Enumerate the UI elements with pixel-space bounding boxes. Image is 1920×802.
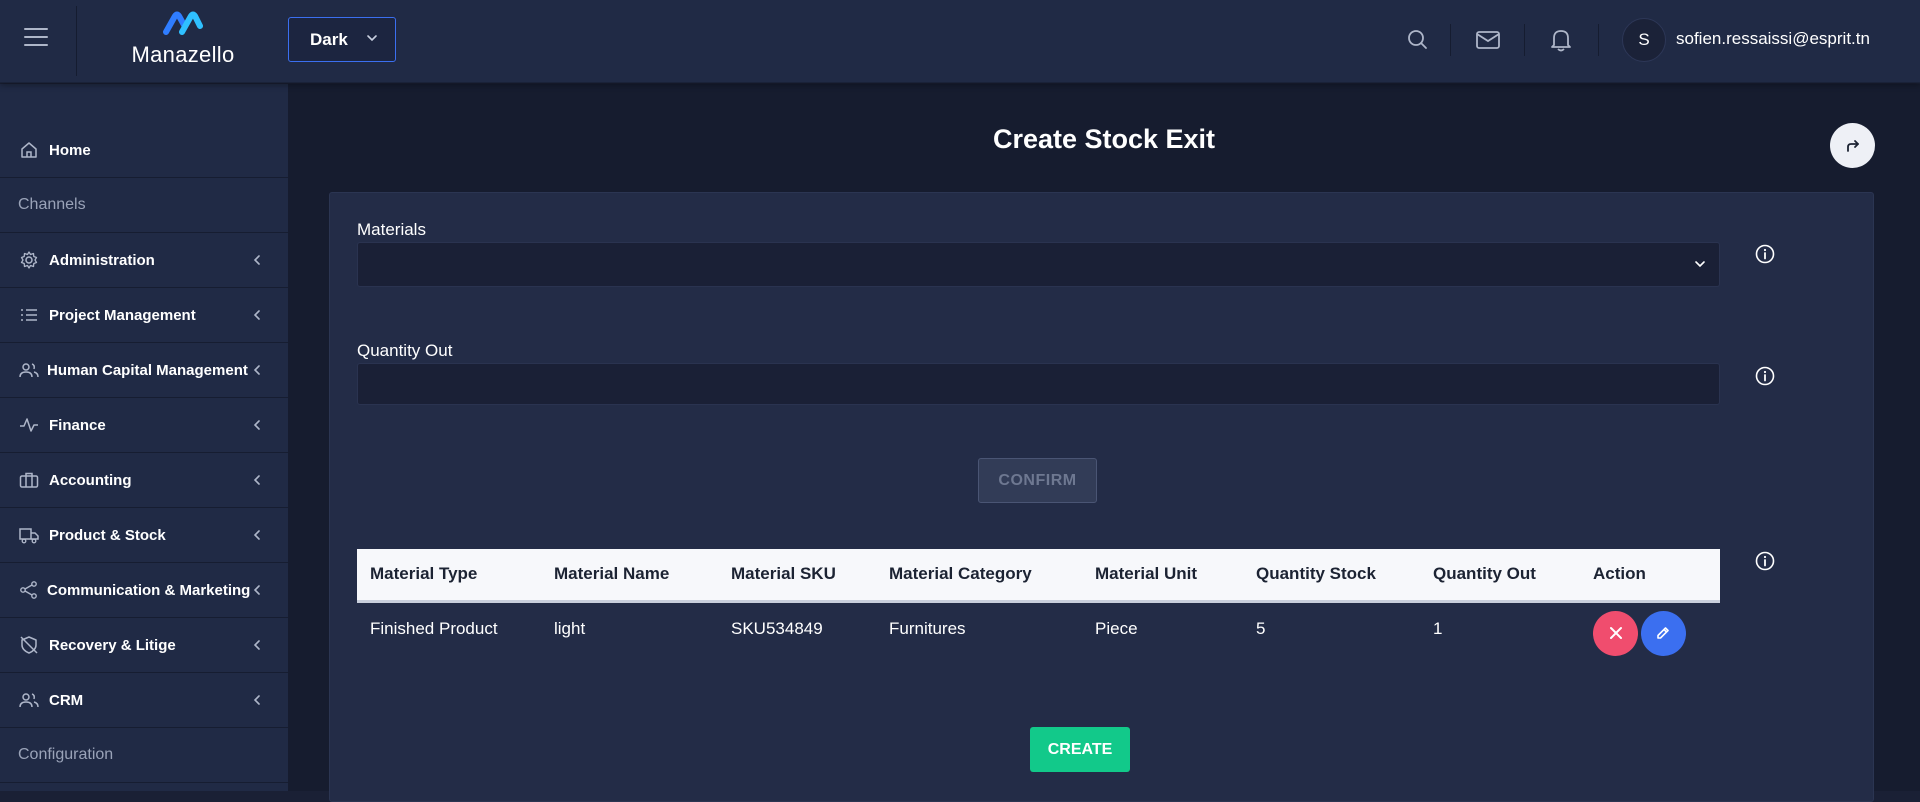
- chevron-left-icon: [253, 310, 260, 320]
- column-header: Quantity Stock: [1243, 549, 1420, 603]
- divider: [76, 6, 77, 76]
- sidebar-item-home[interactable]: Home: [0, 123, 288, 178]
- edit-button[interactable]: [1640, 610, 1686, 656]
- table-cell: Piece: [1095, 619, 1138, 638]
- logo-text: Manazello: [131, 42, 235, 67]
- sidebar-item-label: Project Management: [49, 306, 196, 324]
- sidebar-item-label: Recovery & Litige: [49, 636, 176, 654]
- chevron-left-icon: [253, 255, 260, 265]
- table-row: Finished Product light SKU534849 Furnitu…: [357, 601, 1720, 656]
- redirect-button[interactable]: [1830, 123, 1875, 168]
- sidebar: Home Channels Administration Project Man…: [0, 84, 288, 791]
- gear-icon: [20, 251, 38, 269]
- table-cell: light: [554, 619, 586, 638]
- sidebar-item-label: Finance: [49, 416, 106, 434]
- hamburger-menu-icon[interactable]: [24, 28, 52, 50]
- column-header: Material Category: [876, 549, 1082, 603]
- chevron-left-icon: [253, 365, 260, 375]
- sidebar-item-administration[interactable]: Administration: [0, 233, 288, 288]
- user-email[interactable]: sofien.ressaissi@esprit.tn: [1676, 29, 1870, 49]
- table-cell: 1: [1433, 619, 1443, 638]
- chevron-left-icon: [253, 530, 260, 540]
- delete-button[interactable]: [1593, 610, 1638, 656]
- sidebar-item-crm[interactable]: CRM: [0, 673, 288, 728]
- sidebar-item-label: Accounting: [49, 471, 132, 489]
- bell-icon[interactable]: [1547, 26, 1575, 54]
- table-header-row: Material Type Material Name Material SKU…: [357, 549, 1720, 603]
- confirm-button[interactable]: CONFIRM: [978, 458, 1097, 503]
- stock-exit-form: Materials Quantity Out CONFIRM Material …: [329, 192, 1874, 802]
- sidebar-item-accounting[interactable]: Accounting: [0, 453, 288, 508]
- quantity-out-input[interactable]: [357, 363, 1720, 405]
- avatar[interactable]: S: [1622, 18, 1666, 62]
- chevron-down-icon: [1695, 261, 1705, 268]
- chevron-left-icon: [253, 585, 260, 595]
- chevron-left-icon: [253, 695, 260, 705]
- shield-off-icon: [20, 636, 38, 654]
- sidebar-item-label: Home: [49, 141, 91, 159]
- sidebar-item-finance[interactable]: Finance: [0, 398, 288, 453]
- truck-icon: [19, 528, 39, 544]
- top-navbar: Manazello Dark S sofien.ressaissi@esprit…: [0, 0, 1920, 83]
- table-cell: Furnitures: [889, 619, 966, 638]
- quantity-out-label: Quantity Out: [357, 341, 453, 360]
- column-header: Material Name: [541, 549, 718, 603]
- sidebar-item-product-stock[interactable]: Product & Stock: [0, 508, 288, 563]
- column-header: Material Type: [357, 549, 541, 603]
- table-cell: Finished Product: [370, 619, 498, 638]
- theme-select-value: Dark: [310, 29, 348, 49]
- chevron-left-icon: [253, 640, 260, 650]
- sidebar-section-configuration: Configuration: [0, 728, 288, 783]
- sidebar-item-project-management[interactable]: Project Management: [0, 288, 288, 343]
- column-header: Material Unit: [1082, 549, 1243, 603]
- main-content: Create Stock Exit Materials Quantity Out…: [288, 84, 1920, 802]
- info-icon[interactable]: [1754, 243, 1776, 265]
- sidebar-item-label: Administration: [49, 251, 155, 269]
- sidebar-item-label: Human Capital Management: [47, 361, 248, 379]
- table-cell: 5: [1256, 619, 1266, 638]
- list-icon: [21, 309, 37, 321]
- divider: [1598, 24, 1599, 56]
- pencil-icon: [1657, 627, 1670, 639]
- users-icon: [19, 693, 39, 708]
- search-icon[interactable]: [1404, 26, 1432, 54]
- users-icon: [19, 363, 39, 378]
- sidebar-item-communication-marketing[interactable]: Communication & Marketing: [0, 563, 288, 618]
- activity-icon: [20, 418, 38, 432]
- sidebar-item-label: Product & Stock: [49, 526, 166, 544]
- divider: [1450, 24, 1451, 56]
- share-arrow-icon: [1846, 139, 1859, 152]
- divider: [1524, 24, 1525, 56]
- app-logo[interactable]: Manazello: [118, 10, 248, 70]
- briefcase-icon: [19, 472, 39, 488]
- sidebar-item-label: Communication & Marketing: [47, 581, 251, 599]
- info-icon[interactable]: [1754, 365, 1776, 387]
- sidebar-item-recovery-litige[interactable]: Recovery & Litige: [0, 618, 288, 673]
- mail-icon[interactable]: [1474, 26, 1502, 54]
- sidebar-item-label: CRM: [49, 691, 84, 709]
- share-icon: [20, 581, 37, 599]
- materials-table: Material Type Material Name Material SKU…: [357, 549, 1720, 656]
- theme-select[interactable]: Dark: [288, 17, 396, 62]
- close-icon: [1609, 627, 1622, 639]
- column-header: Quantity Out: [1420, 549, 1580, 603]
- column-header: Action: [1580, 549, 1720, 603]
- logo-icon: [163, 11, 203, 35]
- info-icon[interactable]: [1754, 550, 1776, 572]
- sidebar-item-human-capital-management[interactable]: Human Capital Management: [0, 343, 288, 398]
- chevron-down-icon: [367, 35, 377, 42]
- create-button[interactable]: CREATE: [1030, 727, 1130, 772]
- home-icon: [21, 142, 37, 158]
- chevron-left-icon: [253, 420, 260, 430]
- page-title: Create Stock Exit: [992, 124, 1216, 154]
- action-cell: [1580, 601, 1720, 656]
- materials-select[interactable]: [357, 242, 1720, 287]
- materials-label: Materials: [357, 220, 426, 239]
- sidebar-section-channels: Channels: [0, 178, 288, 233]
- column-header: Material SKU: [718, 549, 876, 603]
- chevron-left-icon: [253, 475, 260, 485]
- table-cell: SKU534849: [731, 619, 823, 638]
